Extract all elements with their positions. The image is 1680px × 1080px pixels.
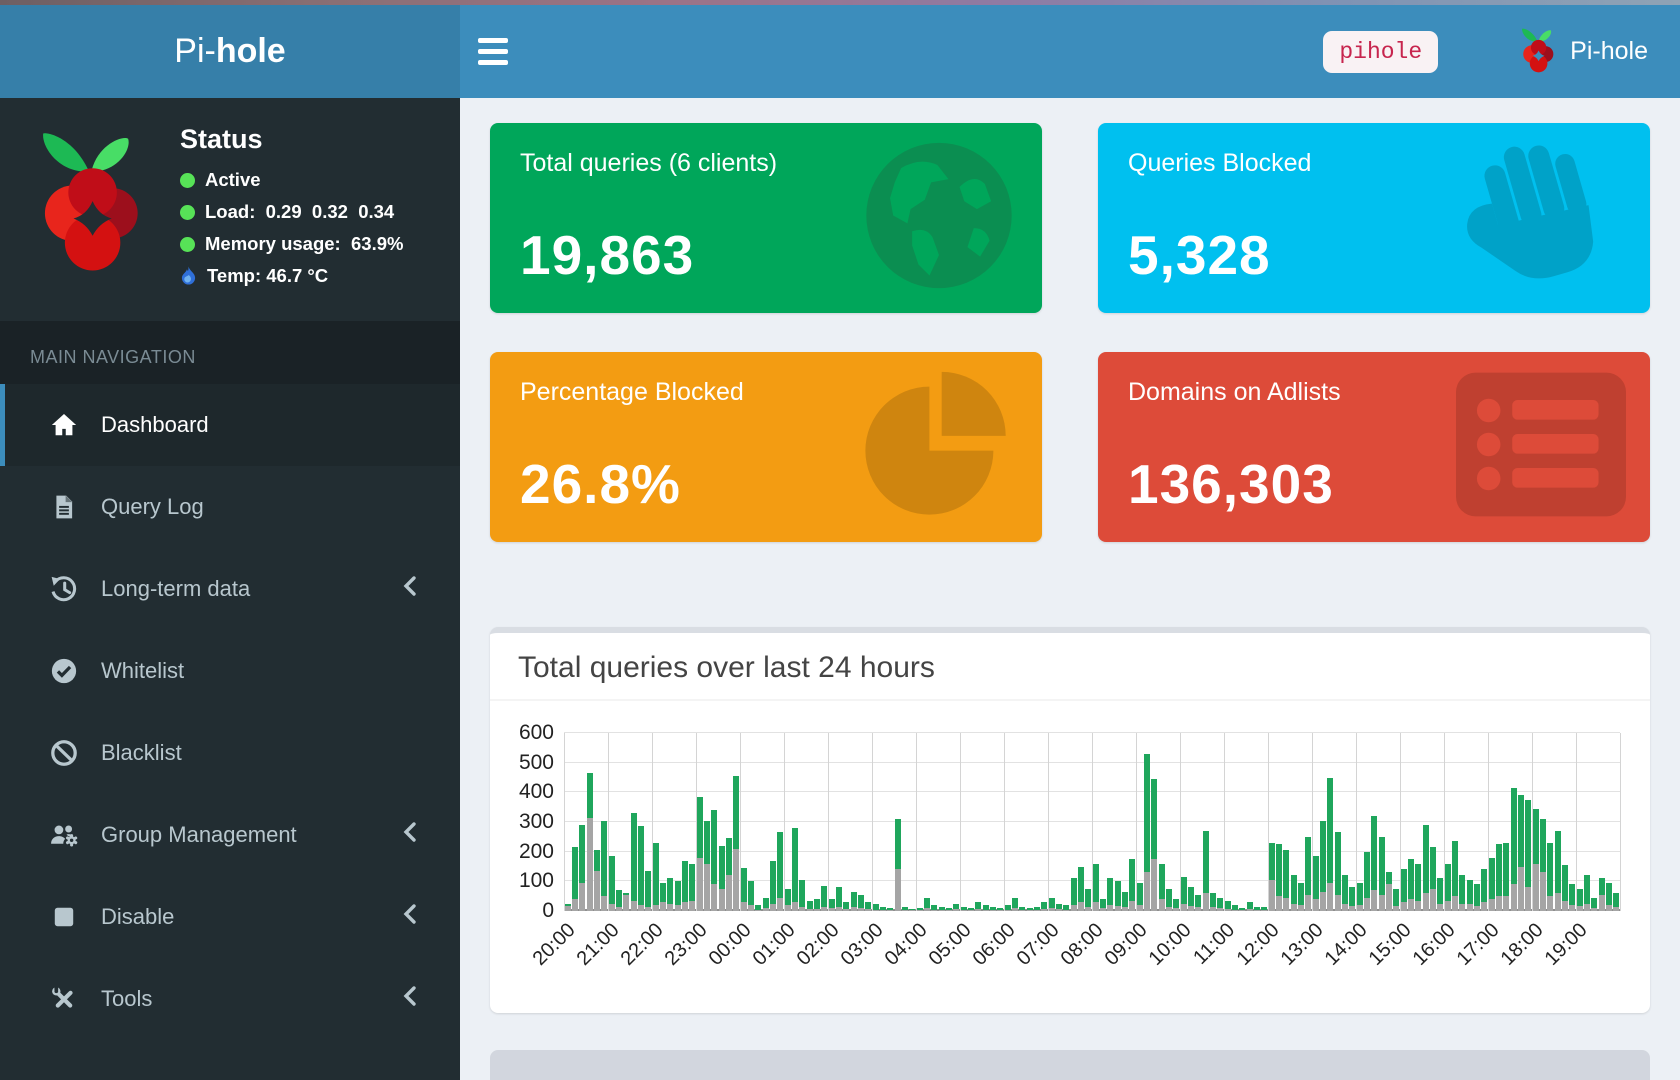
- status-row-load: Load: 0.29 0.32 0.34: [180, 201, 403, 223]
- raspberry-logo: [38, 118, 142, 286]
- chart-plot[interactable]: [564, 733, 1620, 911]
- stat-card-domains-on-adlists[interactable]: Domains on Adlists 136,303: [1098, 352, 1650, 542]
- green-dot-icon: [180, 173, 195, 188]
- sidebar-item-disable[interactable]: Disable: [0, 876, 460, 958]
- brand-bold: hole: [216, 32, 286, 71]
- hostname-badge[interactable]: pihole: [1323, 31, 1438, 73]
- navbar-brand[interactable]: Pi-hole: [1520, 24, 1648, 80]
- top-header: Pi-hole pihole Pi-hole: [0, 5, 1680, 98]
- stat-card-queries-blocked[interactable]: Queries Blocked 5,328: [1098, 123, 1650, 313]
- stop-square-icon: [49, 902, 79, 932]
- chart-y-axis: 0100200300400500600: [502, 733, 564, 911]
- stat-card-total-queries[interactable]: Total queries (6 clients) 19,863: [490, 123, 1042, 313]
- chart-panel: Total queries over last 24 hours 0100200…: [490, 627, 1650, 1013]
- chevron-left-icon: [402, 985, 418, 1013]
- sidebar-item-blacklist[interactable]: Blacklist: [0, 712, 460, 794]
- main-navigation: Dashboard Query Log Long-term data: [0, 384, 460, 1040]
- brand-prefix: Pi-: [174, 32, 216, 71]
- stat-card-value: 5,328: [1128, 223, 1271, 287]
- sidebar-item-whitelist[interactable]: Whitelist: [0, 630, 460, 712]
- green-dot-icon: [180, 237, 195, 252]
- green-dot-icon: [180, 205, 195, 220]
- stat-card-value: 26.8%: [520, 452, 681, 516]
- list-icon: [1456, 371, 1626, 524]
- brand-logo[interactable]: Pi-hole: [0, 5, 460, 98]
- globe-icon: [860, 137, 1018, 300]
- temperature-flame-icon: [180, 266, 197, 286]
- sidebar-item-group-management[interactable]: Group Management: [0, 794, 460, 876]
- sidebar-item-dashboard[interactable]: Dashboard: [0, 384, 460, 466]
- sidebar-item-long-term-data[interactable]: Long-term data: [0, 548, 460, 630]
- status-row-temp: Temp: 46.7 °C: [180, 265, 403, 287]
- chart-title: Total queries over last 24 hours: [518, 651, 1622, 685]
- main-content: Total queries (6 clients) 19,863 Queries…: [460, 98, 1680, 1080]
- stat-card-value: 136,303: [1128, 452, 1334, 516]
- status-row-active: Active: [180, 169, 403, 191]
- pihole-dashboard: Pi-hole pihole Pi-hole: [0, 0, 1680, 1080]
- navbar-app-name: Pi-hole: [1570, 37, 1648, 66]
- chart-x-axis: 20:0021:0022:0023:0000:0001:0002:0003:00…: [564, 911, 1620, 1003]
- navbar: pihole Pi-hole: [460, 5, 1680, 98]
- status-panel: Status Active Load: 0.29 0.32 0.34 Memor…: [0, 98, 460, 321]
- stat-card-percentage-blocked[interactable]: Percentage Blocked 26.8%: [490, 352, 1042, 542]
- home-icon: [49, 410, 79, 440]
- next-panel-top-edge: [490, 1050, 1650, 1080]
- stat-card-value: 19,863: [520, 223, 694, 287]
- status-row-memory: Memory usage: 63.9%: [180, 233, 403, 255]
- chevron-left-icon: [402, 821, 418, 849]
- sidebar-item-query-log[interactable]: Query Log: [0, 466, 460, 548]
- ban-icon: [49, 738, 79, 768]
- sidebar: Status Active Load: 0.29 0.32 0.34 Memor…: [0, 98, 460, 1080]
- status-title: Status: [180, 124, 403, 155]
- history-icon: [49, 574, 79, 604]
- sidebar-toggle-button[interactable]: [460, 5, 526, 98]
- file-icon: [49, 492, 79, 522]
- chevron-left-icon: [402, 575, 418, 603]
- raspberry-icon: [1520, 24, 1556, 80]
- nav-section-label: MAIN NAVIGATION: [0, 321, 460, 384]
- check-circle-icon: [49, 656, 79, 686]
- tools-icon: [49, 984, 79, 1014]
- users-gear-icon: [49, 820, 79, 850]
- pie-chart-icon: [858, 365, 1018, 530]
- sidebar-item-tools[interactable]: Tools: [0, 958, 460, 1040]
- hand-icon: [1458, 132, 1626, 305]
- chevron-left-icon: [402, 903, 418, 931]
